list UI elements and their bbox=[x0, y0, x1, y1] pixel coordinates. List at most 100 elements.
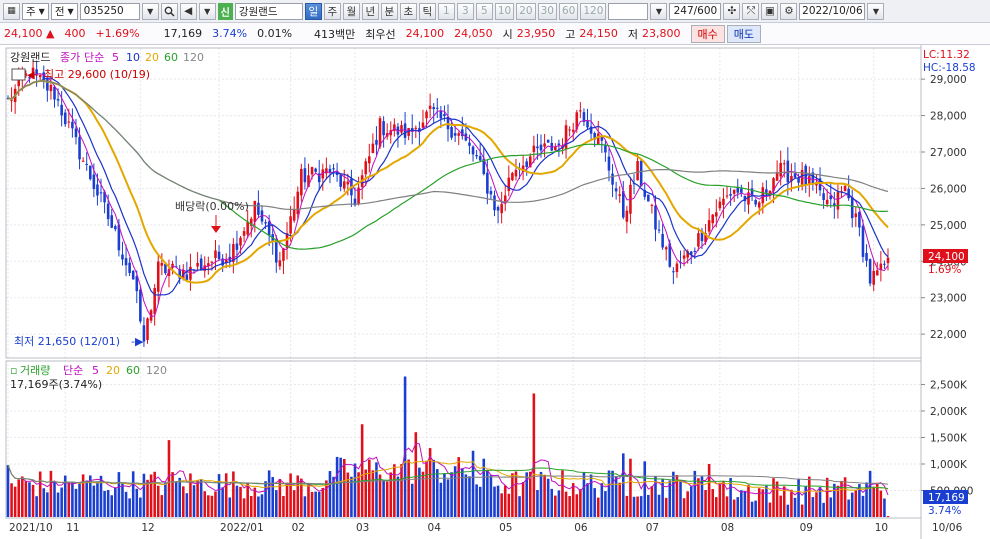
period-month-button[interactable]: 월 bbox=[342, 2, 360, 20]
volume-bar bbox=[861, 495, 865, 517]
period-day-button[interactable]: 일 bbox=[304, 2, 322, 20]
interval-20-button[interactable]: 20 bbox=[516, 2, 536, 20]
candle-body bbox=[782, 163, 786, 165]
period-year-button[interactable]: 년 bbox=[361, 2, 379, 20]
interval-120-button[interactable]: 120 bbox=[580, 2, 607, 20]
candle-body bbox=[439, 110, 443, 119]
gear-icon[interactable]: ⚙ bbox=[780, 2, 798, 20]
candle-body bbox=[722, 198, 725, 206]
volume-bar bbox=[382, 480, 385, 517]
buy-button[interactable]: 매수 bbox=[690, 24, 725, 43]
volume-bar bbox=[754, 500, 757, 517]
period-week-button[interactable]: 주 bbox=[323, 2, 341, 20]
interval-30-button[interactable]: 30 bbox=[537, 2, 557, 20]
chart-grid-icon[interactable] bbox=[11, 68, 26, 81]
exchange-select[interactable]: 전 ▼ bbox=[50, 2, 78, 20]
volume-bar bbox=[833, 483, 836, 517]
candle-body bbox=[568, 129, 571, 131]
interval-5-button[interactable]: 5 bbox=[475, 2, 493, 20]
price-tick-label: 28,000 bbox=[930, 111, 967, 123]
date-dropdown-button[interactable]: ▼ bbox=[867, 2, 885, 20]
volume-legend-ma5: 5 bbox=[92, 364, 99, 377]
candle-body bbox=[675, 263, 679, 272]
volume-bar bbox=[725, 496, 729, 517]
period-second-button[interactable]: 초 bbox=[399, 2, 417, 20]
volume-bar bbox=[67, 482, 71, 517]
trend-tool-icon[interactable]: ⤲ bbox=[742, 2, 760, 20]
candle-body bbox=[489, 190, 493, 195]
count-input[interactable]: 247/600 bbox=[669, 2, 722, 20]
volume-bar bbox=[260, 494, 264, 517]
date-input[interactable]: 2022/10/06 bbox=[799, 2, 866, 20]
candle-body bbox=[71, 121, 74, 129]
volume-bar bbox=[317, 491, 321, 517]
candle-body bbox=[264, 222, 267, 224]
volume-bar bbox=[364, 469, 368, 517]
volume-bar bbox=[586, 483, 589, 517]
interval-10-button[interactable]: 10 bbox=[494, 2, 515, 20]
interval-custom-input[interactable] bbox=[608, 2, 649, 20]
volume-bar bbox=[883, 498, 886, 517]
volume-bar bbox=[199, 478, 203, 517]
candle-body bbox=[400, 125, 403, 133]
interval-1-button[interactable]: 1 bbox=[437, 2, 455, 20]
interval-60-button[interactable]: 60 bbox=[558, 2, 579, 20]
volume-legend-ma120: 120 bbox=[146, 364, 167, 377]
volume-current-label: 17,169주(3.74%) bbox=[10, 378, 102, 391]
candle-body bbox=[647, 194, 650, 202]
candle-body bbox=[156, 261, 160, 292]
stock-code-input[interactable]: 035250 bbox=[79, 2, 140, 20]
candle-body bbox=[56, 99, 60, 101]
candle-body bbox=[618, 194, 621, 196]
volume-bar bbox=[503, 485, 507, 517]
interval-3-button[interactable]: 3 bbox=[456, 2, 474, 20]
sell-button[interactable]: 매도 bbox=[726, 24, 762, 43]
volume-bar bbox=[772, 478, 775, 517]
candle-body bbox=[586, 121, 589, 128]
volume-bar bbox=[568, 496, 571, 517]
legend-ma60: 60 bbox=[164, 51, 178, 64]
volume-bar bbox=[532, 393, 536, 517]
search-icon[interactable] bbox=[160, 2, 178, 20]
candle-body bbox=[822, 193, 825, 200]
volume-legend-title: 거래량 bbox=[20, 364, 50, 377]
candle-body bbox=[854, 213, 858, 218]
save-icon[interactable]: ▣ bbox=[761, 2, 779, 20]
volume-bar bbox=[185, 493, 189, 517]
hc-label: HC:-18.58 bbox=[923, 62, 976, 74]
candle-body bbox=[378, 118, 382, 147]
chevron-down-icon: ▼ bbox=[67, 6, 74, 16]
volume-bar bbox=[636, 496, 639, 517]
volume-value: 17,169 bbox=[163, 27, 203, 40]
stock-chart[interactable]: 강원랜드 종가 단순 5 10 20 60 120 ◀- 최고 29,600 (… bbox=[0, 45, 990, 539]
speaker-icon[interactable]: ◀ bbox=[179, 2, 197, 20]
period-minute-button[interactable]: 분 bbox=[380, 2, 398, 20]
candle-body bbox=[639, 160, 643, 187]
volume-bar bbox=[46, 492, 49, 517]
multi-chart-icon[interactable]: ✣ bbox=[723, 2, 741, 20]
settings-grid-icon[interactable]: ▦ bbox=[3, 2, 20, 20]
candle-body bbox=[146, 318, 149, 340]
price-tick-label: 26,000 bbox=[930, 183, 967, 195]
speaker-dropdown-button[interactable]: ▼ bbox=[198, 2, 216, 20]
candle-body bbox=[850, 197, 854, 219]
volume-bar bbox=[114, 487, 117, 517]
candle-body bbox=[292, 209, 296, 221]
volume-bar bbox=[267, 470, 271, 517]
volume-bar bbox=[285, 482, 289, 517]
volume-bar bbox=[221, 487, 224, 517]
volume-bar bbox=[78, 483, 81, 517]
market-select[interactable]: 주 ▼ bbox=[22, 2, 49, 20]
candle-body bbox=[858, 211, 861, 228]
period-tick-button[interactable]: 틱 bbox=[418, 2, 436, 20]
up-arrow-icon: ▲ bbox=[46, 27, 55, 40]
volume-bar bbox=[232, 471, 235, 517]
code-dropdown-button[interactable]: ▼ bbox=[141, 2, 159, 20]
volume-bar bbox=[156, 485, 160, 517]
volume-bar bbox=[779, 495, 782, 517]
interval-dropdown-button[interactable]: ▼ bbox=[650, 2, 668, 20]
volume-bar bbox=[550, 488, 554, 517]
volume-bar bbox=[815, 492, 818, 517]
candle-body bbox=[267, 221, 271, 236]
volume-bar bbox=[246, 483, 249, 517]
